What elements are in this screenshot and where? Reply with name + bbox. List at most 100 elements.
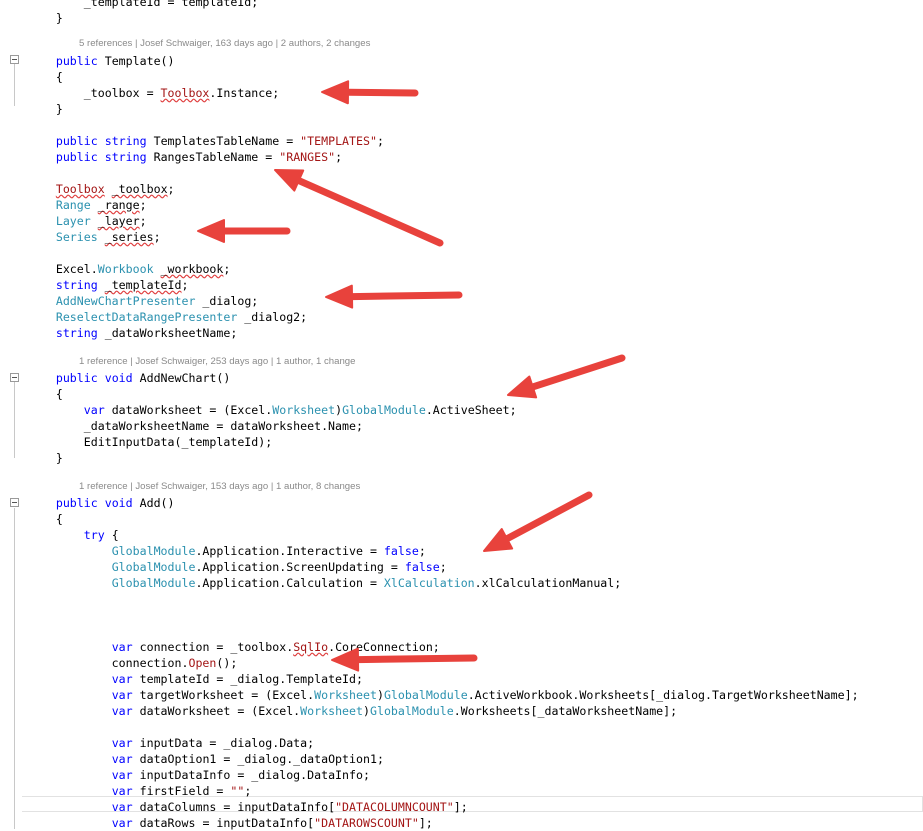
code-token: GlobalModule — [111, 560, 196, 574]
code-line[interactable]: var dataWorksheet = (Excel.Worksheet)Glo… — [0, 703, 677, 719]
code-token: GlobalModule — [111, 576, 196, 590]
code-editor[interactable]: _templateId = templateId; } public Templ… — [0, 0, 923, 830]
code-line[interactable]: var inputData = _dialog.Data; — [0, 735, 314, 751]
code-line[interactable]: _templateId = templateId; — [0, 0, 259, 10]
collapse-toggle-icon[interactable] — [10, 55, 19, 64]
code-token: ; — [418, 544, 426, 558]
code-line[interactable]: string _templateId; — [0, 277, 189, 293]
code-line[interactable]: public string TemplatesTableName = "TEMP… — [0, 133, 384, 149]
code-line[interactable]: public Template() — [0, 53, 175, 69]
code-line[interactable]: GlobalModule.Application.Interactive = f… — [0, 543, 426, 559]
code-token: ; — [167, 182, 175, 196]
code-line[interactable]: var dataWorksheet = (Excel.Worksheet)Glo… — [0, 402, 517, 418]
code-line[interactable]: GlobalModule.Application.ScreenUpdating … — [0, 559, 447, 575]
collapse-toggle-icon[interactable] — [10, 373, 19, 382]
code-lens-info[interactable]: 1 reference | Josef Schwaiger, 153 days … — [79, 481, 360, 493]
code-token: firstField = — [132, 784, 231, 798]
code-token: dataOption1 = _dialog._dataOption1; — [132, 752, 384, 766]
code-token: dataWorksheet = (Excel. — [132, 704, 301, 718]
code-line[interactable]: GlobalModule.Application.Calculation = X… — [0, 575, 622, 591]
code-token: "DATACOLUMNCOUNT" — [335, 800, 454, 814]
code-line[interactable]: ReselectDataRangePresenter _dialog2; — [0, 309, 307, 325]
code-line[interactable]: string _dataWorksheetName; — [0, 325, 238, 341]
code-token: var — [111, 768, 133, 782]
code-token: _range — [97, 198, 140, 212]
code-line[interactable]: { — [0, 511, 63, 527]
code-token: (); — [216, 656, 238, 670]
code-token: Workbook — [97, 262, 154, 276]
code-line[interactable]: Excel.Workbook _workbook; — [0, 261, 231, 277]
code-token: ; — [439, 560, 447, 574]
code-line[interactable]: { — [0, 69, 63, 85]
code-line[interactable]: var templateId = _dialog.TemplateId; — [0, 671, 363, 687]
code-line[interactable]: public void Add() — [0, 495, 175, 511]
code-lens-info[interactable]: 1 reference | Josef Schwaiger, 253 days … — [79, 356, 355, 368]
annotation-arrow — [507, 354, 626, 399]
code-token: connection. — [0, 656, 189, 670]
code-line[interactable]: public void AddNewChart() — [0, 370, 231, 386]
code-line[interactable]: _toolbox = Toolbox.Instance; — [0, 85, 279, 101]
code-token: { — [0, 512, 63, 526]
code-token: targetWorksheet = (Excel. — [132, 688, 315, 702]
outline-guide — [14, 382, 15, 458]
code-token: ) — [335, 403, 343, 417]
code-line[interactable]: Layer _layer; — [0, 213, 147, 229]
code-line[interactable]: var targetWorksheet = (Excel.Worksheet)G… — [0, 687, 859, 703]
code-lens-info[interactable]: 5 references | Josef Schwaiger, 163 days… — [79, 38, 370, 50]
annotation-arrow — [197, 219, 291, 243]
code-token: false — [404, 560, 440, 574]
code-token: _templateId — [104, 278, 182, 292]
code-token: .CoreConnection; — [328, 640, 440, 654]
code-token: var — [111, 784, 133, 798]
code-token: .xlCalculationManual; — [474, 576, 622, 590]
code-line[interactable]: Toolbox _toolbox; — [0, 181, 175, 197]
code-line[interactable]: connection.Open(); — [0, 655, 238, 671]
code-line[interactable]: AddNewChartPresenter _dialog; — [0, 293, 258, 309]
code-token: .Worksheets[_dataWorksheetName]; — [453, 704, 678, 718]
code-token: public — [55, 496, 98, 510]
code-line[interactable]: var dataOption1 = _dialog._dataOption1; — [0, 751, 384, 767]
code-line[interactable]: var firstField = ""; — [0, 783, 252, 799]
code-line[interactable]: try { — [0, 527, 119, 543]
code-line[interactable]: Range _range; — [0, 197, 147, 213]
collapse-toggle-icon[interactable] — [10, 498, 19, 507]
code-line[interactable]: Series _series; — [0, 229, 161, 245]
code-line[interactable]: public string RangesTableName = "RANGES"… — [0, 149, 342, 165]
code-token: ]; — [453, 800, 468, 814]
code-line[interactable]: var dataColumns = inputDataInfo["DATACOL… — [0, 799, 468, 815]
code-line[interactable]: var connection = _toolbox.SqlIo.CoreConn… — [0, 639, 440, 655]
code-line[interactable]: EditInputData(_templateId); — [0, 434, 272, 450]
code-token: _dataWorksheetName; — [97, 326, 238, 340]
code-token: SqlIo — [293, 640, 329, 654]
code-line[interactable]: } — [0, 450, 63, 466]
code-token: var — [111, 736, 133, 750]
code-token: TemplatesTableName = — [146, 134, 301, 148]
code-token: public — [55, 371, 98, 385]
code-token: { — [104, 528, 119, 542]
code-line[interactable]: } — [0, 10, 63, 26]
code-token: } — [0, 11, 63, 25]
code-line[interactable]: var inputDataInfo = _dialog.DataInfo; — [0, 767, 370, 783]
code-line[interactable]: { — [0, 386, 63, 402]
code-line[interactable]: } — [0, 101, 63, 117]
code-token: var — [111, 816, 133, 830]
code-line[interactable]: _dataWorksheetName = dataWorksheet.Name; — [0, 418, 363, 434]
code-token: { — [0, 387, 63, 401]
